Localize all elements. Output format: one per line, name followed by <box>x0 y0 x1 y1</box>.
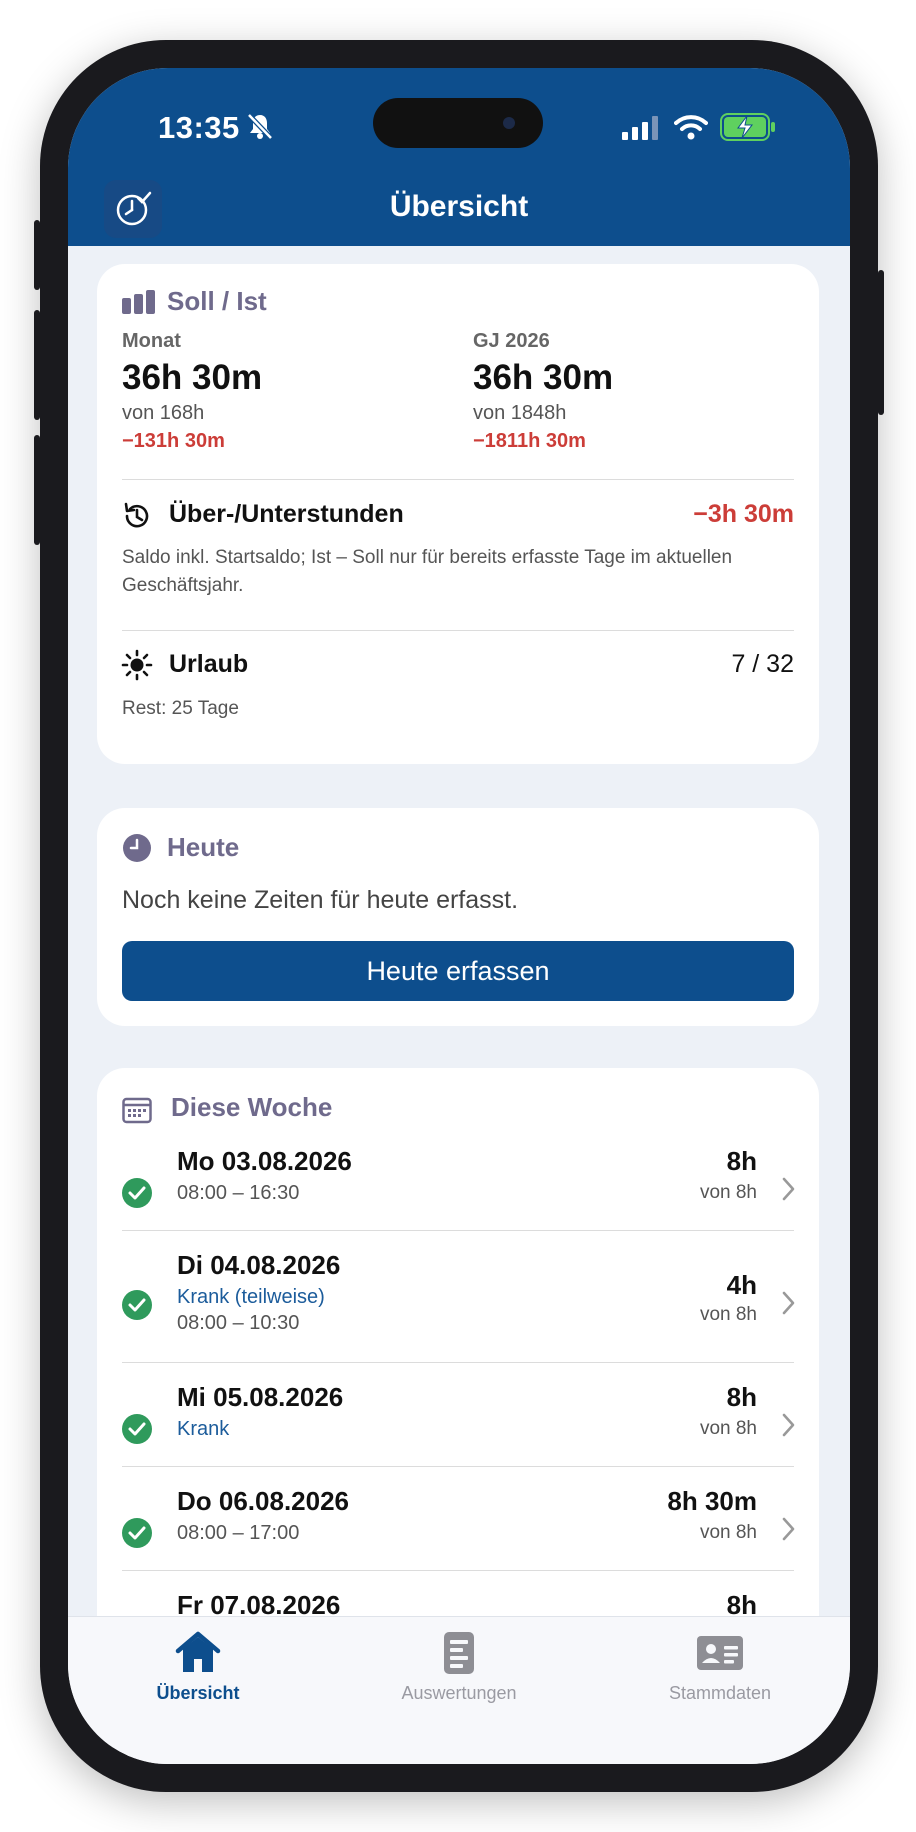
divider <box>122 479 794 480</box>
today-message: Noch keine Zeiten für heute erfasst. <box>122 886 519 914</box>
camera-dot <box>503 117 515 129</box>
overtime-value: −3h 30m <box>693 500 794 528</box>
month-value: 36h 30m <box>122 358 263 397</box>
phone-screen: 13:35 Übersicht Soll / Ist Monat 36h 30m… <box>68 68 850 1764</box>
day-time-range: 08:00 – 16:30 <box>177 1182 300 1204</box>
bar-chart-icon <box>122 290 155 314</box>
record-today-button[interactable]: Heute erfassen <box>122 941 794 1001</box>
year-label: GJ 2026 <box>473 330 550 352</box>
day-hours: 8h 30m <box>667 1486 757 1516</box>
soll-ist-card: Soll / Ist Monat 36h 30m von 168h −131h … <box>97 264 819 764</box>
dynamic-island <box>373 98 543 148</box>
overtime-note: Saldo inkl. Startsaldo; Ist – Soll nur f… <box>122 547 733 596</box>
wifi-icon <box>674 115 708 140</box>
year-difference: −1811h 30m <box>473 430 586 452</box>
check-circle-icon <box>122 1518 152 1548</box>
status-time: 13:35 <box>158 110 240 145</box>
chevron-right-icon <box>782 1177 795 1201</box>
week-title: Diese Woche <box>171 1092 333 1122</box>
divider <box>122 630 794 631</box>
report-icon <box>444 1632 474 1674</box>
tab-overview[interactable]: Übersicht <box>68 1617 328 1737</box>
tab-label: Übersicht <box>156 1683 240 1703</box>
day-date: Di 04.08.2026 <box>177 1250 341 1280</box>
day-row-tuesday[interactable]: Di 04.08.2026 Krank (teilweise) 08:00 – … <box>97 1250 819 1360</box>
check-circle-icon <box>122 1414 152 1444</box>
tab-label: Stammdaten <box>668 1683 772 1703</box>
day-hours: 8h <box>726 1382 757 1412</box>
app-header: 13:35 Übersicht <box>68 68 850 246</box>
day-hours: 4h <box>726 1270 757 1300</box>
phone-frame: 13:35 Übersicht Soll / Ist Monat 36h 30m… <box>34 40 884 1792</box>
month-difference: −131h 30m <box>122 430 225 452</box>
month-target: von 168h <box>122 402 205 424</box>
divider <box>122 1230 794 1231</box>
day-absence-type: Krank <box>177 1418 230 1440</box>
day-row-thursday[interactable]: Do 06.08.2026 08:00 – 17:00 8h 30m von 8… <box>97 1486 819 1586</box>
chevron-right-icon <box>782 1291 795 1315</box>
day-time-range: 08:00 – 10:30 <box>177 1312 300 1334</box>
vacation-label: Urlaub <box>169 650 249 678</box>
day-date: Mo 03.08.2026 <box>177 1146 352 1176</box>
clock-icon <box>123 834 151 862</box>
tab-bar: Übersicht Auswertungen Stammdaten <box>68 1616 850 1764</box>
check-circle-icon <box>122 1178 152 1208</box>
tab-master-data[interactable]: Stammdaten <box>590 1617 850 1737</box>
volume-down-button <box>34 435 40 545</box>
overtime-label: Über-/Unterstunden <box>169 500 404 528</box>
month-label: Monat <box>122 330 181 352</box>
divider <box>122 1466 794 1467</box>
day-time-range: 08:00 – 17:00 <box>177 1522 300 1544</box>
sun-icon <box>121 649 153 681</box>
day-row-monday[interactable]: Mo 03.08.2026 08:00 – 16:30 8h von 8h <box>97 1146 819 1246</box>
id-card-icon <box>697 1636 743 1670</box>
week-card: Diese Woche Mo 03.08.2026 08:00 – 16:30 … <box>97 1068 819 1688</box>
day-date: Mi 05.08.2026 <box>177 1382 344 1412</box>
divider <box>122 1570 794 1571</box>
bell-slash-icon <box>247 113 273 140</box>
today-title: Heute <box>167 832 240 862</box>
home-icon <box>175 1631 221 1672</box>
chevron-right-icon <box>782 1413 795 1437</box>
day-target: von 8h <box>699 1304 757 1325</box>
day-hours: 8h <box>726 1146 757 1176</box>
today-card: Heute Noch keine Zeiten für heute erfass… <box>97 808 819 1026</box>
volume-up-button <box>34 310 40 420</box>
day-target: von 8h <box>699 1418 757 1439</box>
power-button <box>878 270 884 415</box>
vacation-rest: Rest: 25 Tage <box>122 698 239 719</box>
soll-ist-title: Soll / Ist <box>167 286 267 316</box>
day-absence-type: Krank (teilweise) <box>177 1286 325 1308</box>
chevron-right-icon <box>782 1517 795 1541</box>
tab-reports[interactable]: Auswertungen <box>329 1617 589 1737</box>
mute-switch <box>34 220 40 290</box>
cellular-signal-icon <box>622 116 658 140</box>
battery-charging-icon <box>720 113 775 141</box>
page-title: Übersicht <box>389 190 529 223</box>
day-target: von 8h <box>699 1182 757 1203</box>
day-date: Do 06.08.2026 <box>177 1486 350 1516</box>
day-row-wednesday[interactable]: Mi 05.08.2026 Krank 8h von 8h <box>97 1382 819 1482</box>
check-circle-icon <box>122 1290 152 1320</box>
divider <box>122 1362 794 1363</box>
year-value: 36h 30m <box>473 358 614 397</box>
vacation-value: 7 / 32 <box>731 650 794 678</box>
year-target: von 1848h <box>473 402 567 424</box>
day-target: von 8h <box>699 1522 757 1543</box>
tab-label: Auswertungen <box>401 1683 517 1703</box>
history-clock-icon <box>124 502 149 528</box>
calendar-icon <box>122 1097 152 1124</box>
